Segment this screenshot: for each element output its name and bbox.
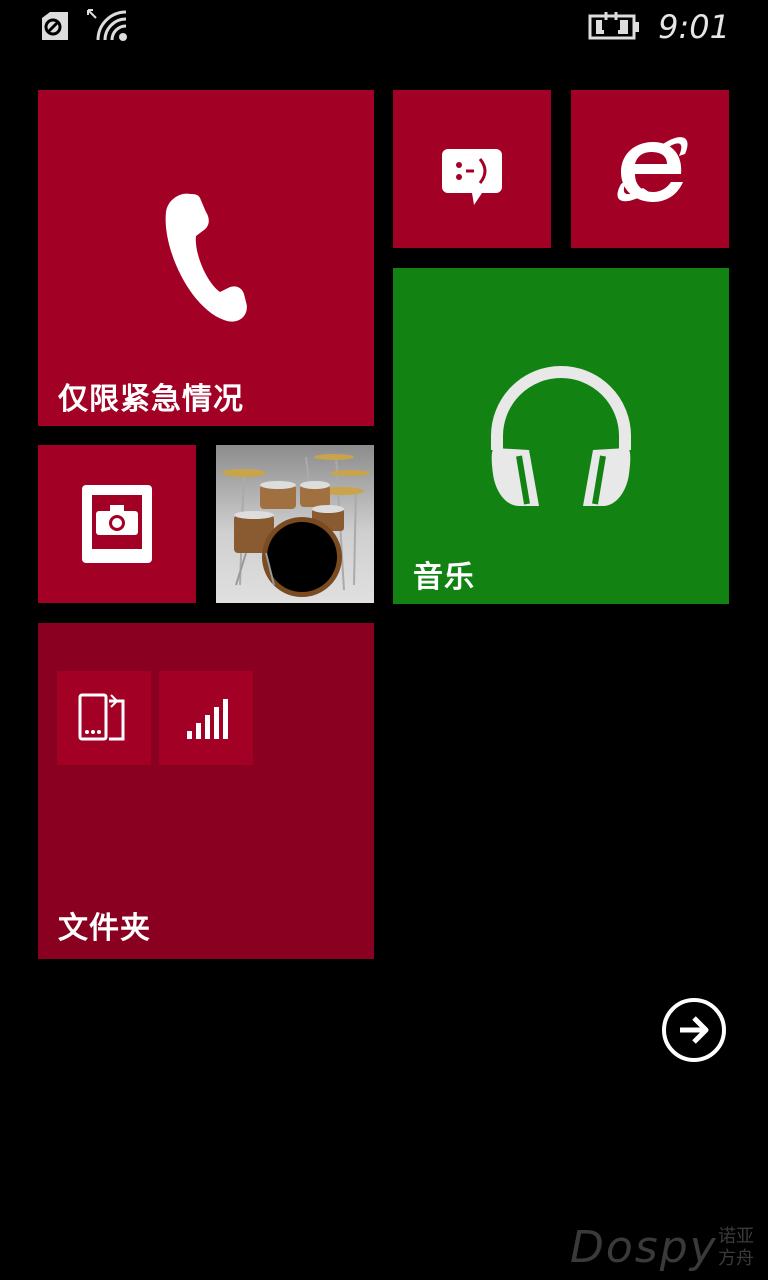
watermark-cn: 诺亚 方舟 <box>718 1226 758 1270</box>
watermark: Dospy 诺亚 方舟 <box>570 1222 754 1273</box>
messaging-tile[interactable] <box>393 90 551 248</box>
music-tile-label: 音乐 <box>413 560 475 595</box>
phone-transfer-icon <box>78 693 125 741</box>
drum-kit-photo <box>222 454 370 597</box>
folder-item-phone-transfer[interactable] <box>57 671 151 765</box>
status-bar: 9:01 <box>0 0 768 56</box>
phone-tile[interactable]: 仅限紧急情况 <box>38 90 374 426</box>
folder-tile[interactable]: 文件夹 <box>38 623 374 959</box>
music-tile[interactable]: 音乐 <box>393 268 729 604</box>
phone-tile-label: 仅限紧急情况 <box>58 382 244 417</box>
clock: 9:01 <box>658 8 730 46</box>
internet-explorer-tile[interactable] <box>571 90 729 248</box>
camera-tile[interactable] <box>38 445 196 603</box>
watermark-brand: Dospy <box>570 1222 718 1273</box>
app-list-button[interactable] <box>662 998 726 1062</box>
phone-icon <box>165 193 247 322</box>
internet-explorer-icon <box>617 137 688 202</box>
sim-icon <box>42 12 68 40</box>
arrow-right-icon <box>680 1016 709 1044</box>
signal-bars-icon <box>187 699 228 739</box>
photos-tile[interactable] <box>216 445 374 603</box>
watermark-line2: 方舟 <box>718 1248 754 1269</box>
folder-tile-label: 文件夹 <box>58 911 151 946</box>
watermark-line1: 诺亚 <box>718 1226 754 1247</box>
folder-item-signal[interactable] <box>159 671 253 765</box>
battery-charging-icon <box>588 12 639 40</box>
wifi-icon <box>96 10 127 41</box>
messaging-icon <box>442 149 502 205</box>
headphones-icon <box>491 366 631 506</box>
camera-icon <box>82 485 152 563</box>
